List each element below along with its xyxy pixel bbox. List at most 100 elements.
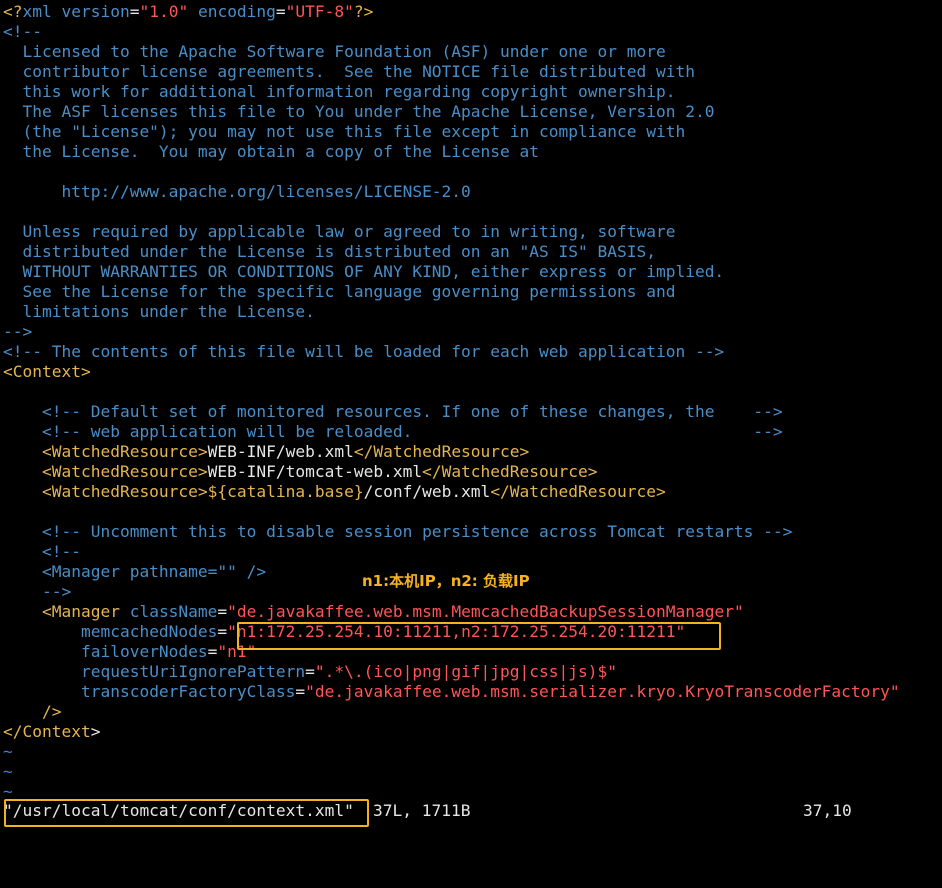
memcached-nodes-highlight [237,622,721,650]
code-token: (the "License"); you may not use this fi… [3,122,686,141]
code-line: <?xml version="1.0" encoding="UTF-8"?> [3,2,942,22]
code-token: <!-- The contents of this file will be l… [3,342,725,361]
code-token: WITHOUT WARRANTIES OR CONDITIONS OF ANY … [3,262,725,281]
code-line: <!-- Default set of monitored resources.… [3,402,942,422]
code-token: = [217,602,228,621]
code-token: See the License for the specific languag… [3,282,676,301]
code-token: "1.0" [139,2,189,21]
code-token: <Context> [3,362,91,381]
code-line: <Manager className="de.javakaffee.web.ms… [3,602,942,622]
code-token: limitations under the License. [3,302,315,321]
code-token: Licensed to the Apache Software Foundati… [3,42,666,61]
code-line: <!-- [3,22,942,42]
code-token: encoding [197,2,276,21]
code-token: = [275,2,286,21]
code-line: distributed under the License is distrib… [3,242,942,262]
code-token: http://www.apache.org/licenses/LICENSE-2… [3,182,471,201]
code-token: Unless required by applicable law or agr… [3,222,676,241]
code-line: /> [3,702,942,722]
code-line: ~ [3,762,942,782]
code-token: = [217,622,228,641]
code-token: The ASF licenses this file to You under … [3,102,715,121]
code-line: <!-- web application will be reloaded. -… [3,422,942,442]
code-line: <Context> [3,362,942,382]
code-token: "de.javakaffee.web.msm.serializer.kryo.K… [305,682,900,701]
code-token: </WatchedResource> [422,462,598,481]
text-cursor: > [90,722,101,741]
code-token: <? [3,2,23,21]
code-line: <!-- Uncomment this to disable session p… [3,522,942,542]
code-token: <Manager [41,602,130,621]
code-token: ?> [353,2,374,21]
code-token: <Manager pathname="" /> [41,562,267,581]
code-token: <WatchedResource> [41,442,208,461]
code-token: "de.javakaffee.web.msm.MemcachedBackupSe… [227,602,744,621]
code-token: </WatchedResource> [353,442,530,461]
code-token: = [207,642,218,661]
code-token: /> [41,702,62,721]
code-token: this work for additional information reg… [3,82,676,101]
code-token: WEB-INF/tomcat-web.xml [207,462,423,481]
code-token: <WatchedResource> [41,462,208,481]
code-token: version [61,2,130,21]
status-file-info: 37L, 1711B [373,801,471,820]
code-token: </Context [3,722,91,741]
code-token: the License. You may obtain a copy of th… [3,142,540,161]
code-line: <WatchedResource>WEB-INF/tomcat-web.xml<… [3,462,942,482]
code-token: distributed under the License is distrib… [3,242,656,261]
code-token: ${catalina.base} [207,482,364,501]
code-line: transcoderFactoryClass="de.javakaffee.we… [3,682,942,702]
code-line: requestUriIgnorePattern=".*\.(ico|png|gi… [3,662,942,682]
code-token: <!-- Uncomment this to disable session p… [41,522,793,541]
code-token: <!-- web application will be reloaded. -… [41,422,783,441]
filename-highlight [4,799,369,827]
code-line: <!-- [3,542,942,562]
code-line: http://www.apache.org/licenses/LICENSE-2… [3,182,942,202]
code-line: </Context> [3,722,942,742]
code-token: memcachedNodes [80,622,218,641]
code-token: failoverNodes [80,642,208,661]
status-cursor-position: 37,10 [803,801,852,820]
code-token: --> [3,322,33,341]
code-line: Unless required by applicable law or agr… [3,222,942,242]
code-token: <WatchedResource> [41,482,208,501]
code-token: ~ [3,742,13,761]
code-token: --> [41,582,72,601]
code-token: className [129,602,218,621]
code-token: <!-- [3,22,42,41]
code-line: (the "License"); you may not use this fi… [3,122,942,142]
code-line: ~ [3,742,942,762]
code-token: <!-- Default set of monitored resources.… [41,402,783,421]
code-line: <WatchedResource>${catalina.base}/conf/w… [3,482,942,502]
code-token: ".*\.(ico|png|gif|jpg|css|js)$" [314,662,617,681]
code-line: the License. You may obtain a copy of th… [3,142,942,162]
code-token: xml [22,2,62,21]
code-line: Licensed to the Apache Software Foundati… [3,42,942,62]
code-token: requestUriIgnorePattern [80,662,306,681]
code-token: = [129,2,140,21]
code-token: "UTF-8" [285,2,354,21]
vim-editor-buffer[interactable]: <?xml version="1.0" encoding="UTF-8"?> <!… [3,2,942,802]
code-token: WEB-INF/web.xml [207,442,354,461]
code-token: /conf/web.xml [363,482,491,501]
code-line: See the License for the specific languag… [3,282,942,302]
code-token: </WatchedResource> [490,482,666,501]
code-token: ~ [3,762,13,781]
